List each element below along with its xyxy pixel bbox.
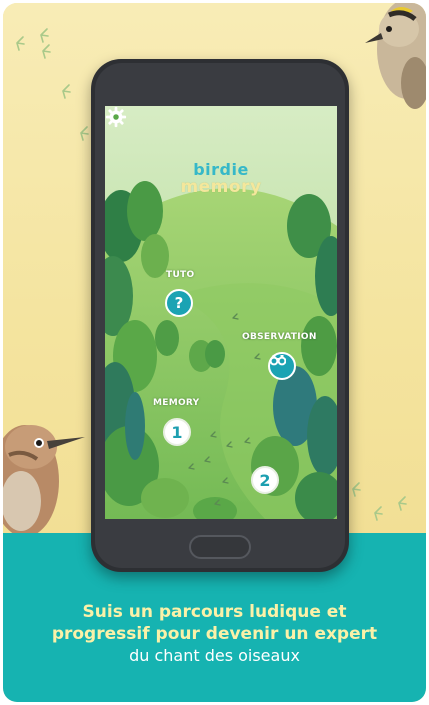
memory-level-2-button[interactable]: 2 xyxy=(251,466,279,494)
promo-card: birdie memory TUTO ? OBSERVATION MEMORY xyxy=(3,3,426,702)
level-label-tuto: TUTO xyxy=(166,270,195,280)
caption-line-3: du chant des oiseaux xyxy=(129,646,300,665)
phone-home-button xyxy=(189,535,251,559)
caption-line-2: progressif pour devenir un expert xyxy=(51,624,378,644)
app-screen: birdie memory TUTO ? OBSERVATION MEMORY xyxy=(105,106,337,519)
app-logo: birdie memory xyxy=(105,160,337,197)
observation-button[interactable] xyxy=(268,352,296,380)
promo-caption: Suis un parcours ludique et progressif p… xyxy=(3,601,426,667)
level-number-1: 1 xyxy=(171,422,183,442)
top-right-bird-illustration xyxy=(365,3,426,109)
level-label-memory: MEMORY xyxy=(153,398,200,408)
tuto-button[interactable]: ? xyxy=(165,289,193,317)
level-label-observation: OBSERVATION xyxy=(242,332,317,342)
app-title-line2: memory xyxy=(180,177,262,197)
memory-level-1-button[interactable]: 1 xyxy=(163,418,191,446)
caption-line-1: Suis un parcours ludique et xyxy=(82,602,347,622)
gear-icon[interactable] xyxy=(105,106,127,128)
level-number-2: 2 xyxy=(259,470,271,490)
app-title-line1: birdie xyxy=(193,160,249,179)
phone-mockup: birdie memory TUTO ? OBSERVATION MEMORY xyxy=(91,59,349,572)
binoculars-icon xyxy=(270,355,286,366)
left-bird-illustration xyxy=(3,425,85,535)
question-icon: ? xyxy=(174,294,184,312)
